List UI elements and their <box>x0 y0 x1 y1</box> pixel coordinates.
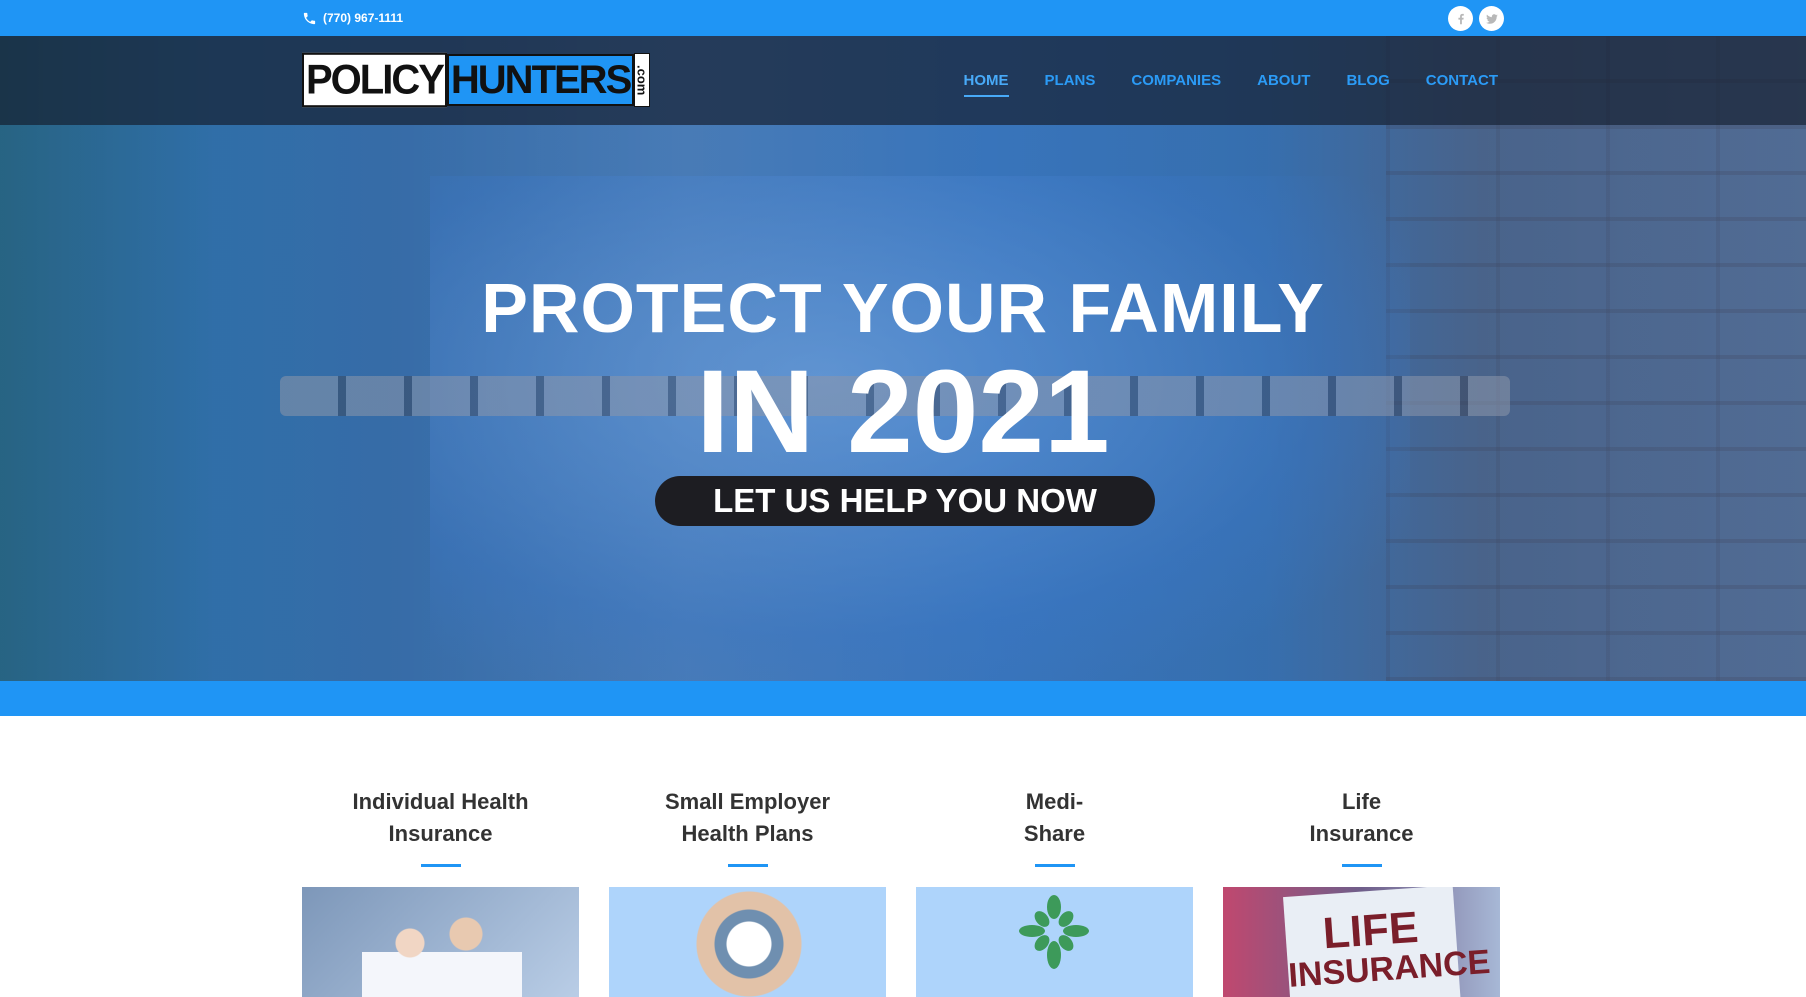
team-circle-image <box>694 889 804 997</box>
site-logo[interactable]: POLICY HUNTERS .com <box>302 52 651 108</box>
social-links <box>1448 6 1504 31</box>
facebook-icon <box>1457 13 1464 24</box>
plan-title: Life Insurance <box>1309 789 1414 846</box>
hero-heading-line1: PROTECT YOUR FAMILY <box>481 269 1325 347</box>
phone-number: (770) 967-1111 <box>323 11 404 25</box>
blue-divider-band <box>0 681 1806 716</box>
logo-dotcom: .com <box>634 53 651 107</box>
nav-menu: HOME PLANS COMPANIES ABOUT BLOG CONTACT <box>963 36 1498 125</box>
facebook-link[interactable] <box>1448 6 1473 31</box>
life-insurance-sign-image: LIFE INSURANCE <box>1283 887 1491 997</box>
plan-image-individual-health[interactable] <box>302 887 579 997</box>
medi-share-logo-icon <box>1019 895 1089 969</box>
plan-image-medi-share[interactable] <box>916 887 1193 997</box>
twitter-icon <box>1485 13 1498 24</box>
main-navigation: POLICY HUNTERS .com HOME PLANS COMPANIES… <box>0 36 1806 125</box>
top-bar: (770) 967-1111 <box>0 0 1806 36</box>
doctor-patient-image <box>362 907 522 997</box>
nav-contact[interactable]: CONTACT <box>1426 66 1498 95</box>
plans-section: Individual Health Insurance Small Employe… <box>302 786 1503 997</box>
nav-companies[interactable]: COMPANIES <box>1131 66 1221 95</box>
nav-home[interactable]: HOME <box>963 66 1009 97</box>
logo-policy: POLICY <box>302 52 447 108</box>
title-underline <box>727 864 768 867</box>
nav-plans[interactable]: PLANS <box>1045 66 1096 95</box>
plan-title: Medi- Share <box>1023 789 1086 846</box>
plan-card-medi-share[interactable]: Medi- Share <box>916 786 1193 997</box>
plan-title: Individual Health Insurance <box>352 789 529 846</box>
hero-heading-line2: IN 2021 <box>696 346 1110 478</box>
cta-button[interactable]: LET US HELP YOU NOW <box>655 476 1155 526</box>
hero-section: POLICY HUNTERS .com HOME PLANS COMPANIES… <box>0 36 1806 681</box>
plan-image-small-employer[interactable] <box>609 887 886 997</box>
title-underline <box>1341 864 1382 867</box>
title-underline <box>420 864 461 867</box>
phone-link[interactable]: (770) 967-1111 <box>302 0 403 36</box>
plan-image-life-insurance[interactable]: LIFE INSURANCE <box>1223 887 1500 997</box>
plan-card-life-insurance[interactable]: Life Insurance LIFE INSURANCE <box>1223 786 1500 997</box>
nav-blog[interactable]: BLOG <box>1346 66 1389 95</box>
plan-title: Small Employer Health Plans <box>664 789 831 846</box>
plan-card-individual-health[interactable]: Individual Health Insurance <box>302 786 579 997</box>
phone-icon <box>303 12 316 24</box>
nav-about[interactable]: ABOUT <box>1257 66 1310 95</box>
title-underline <box>1034 864 1075 867</box>
logo-hunters: HUNTERS <box>446 54 635 106</box>
plan-card-small-employer[interactable]: Small Employer Health Plans <box>609 786 886 997</box>
twitter-link[interactable] <box>1479 6 1504 31</box>
